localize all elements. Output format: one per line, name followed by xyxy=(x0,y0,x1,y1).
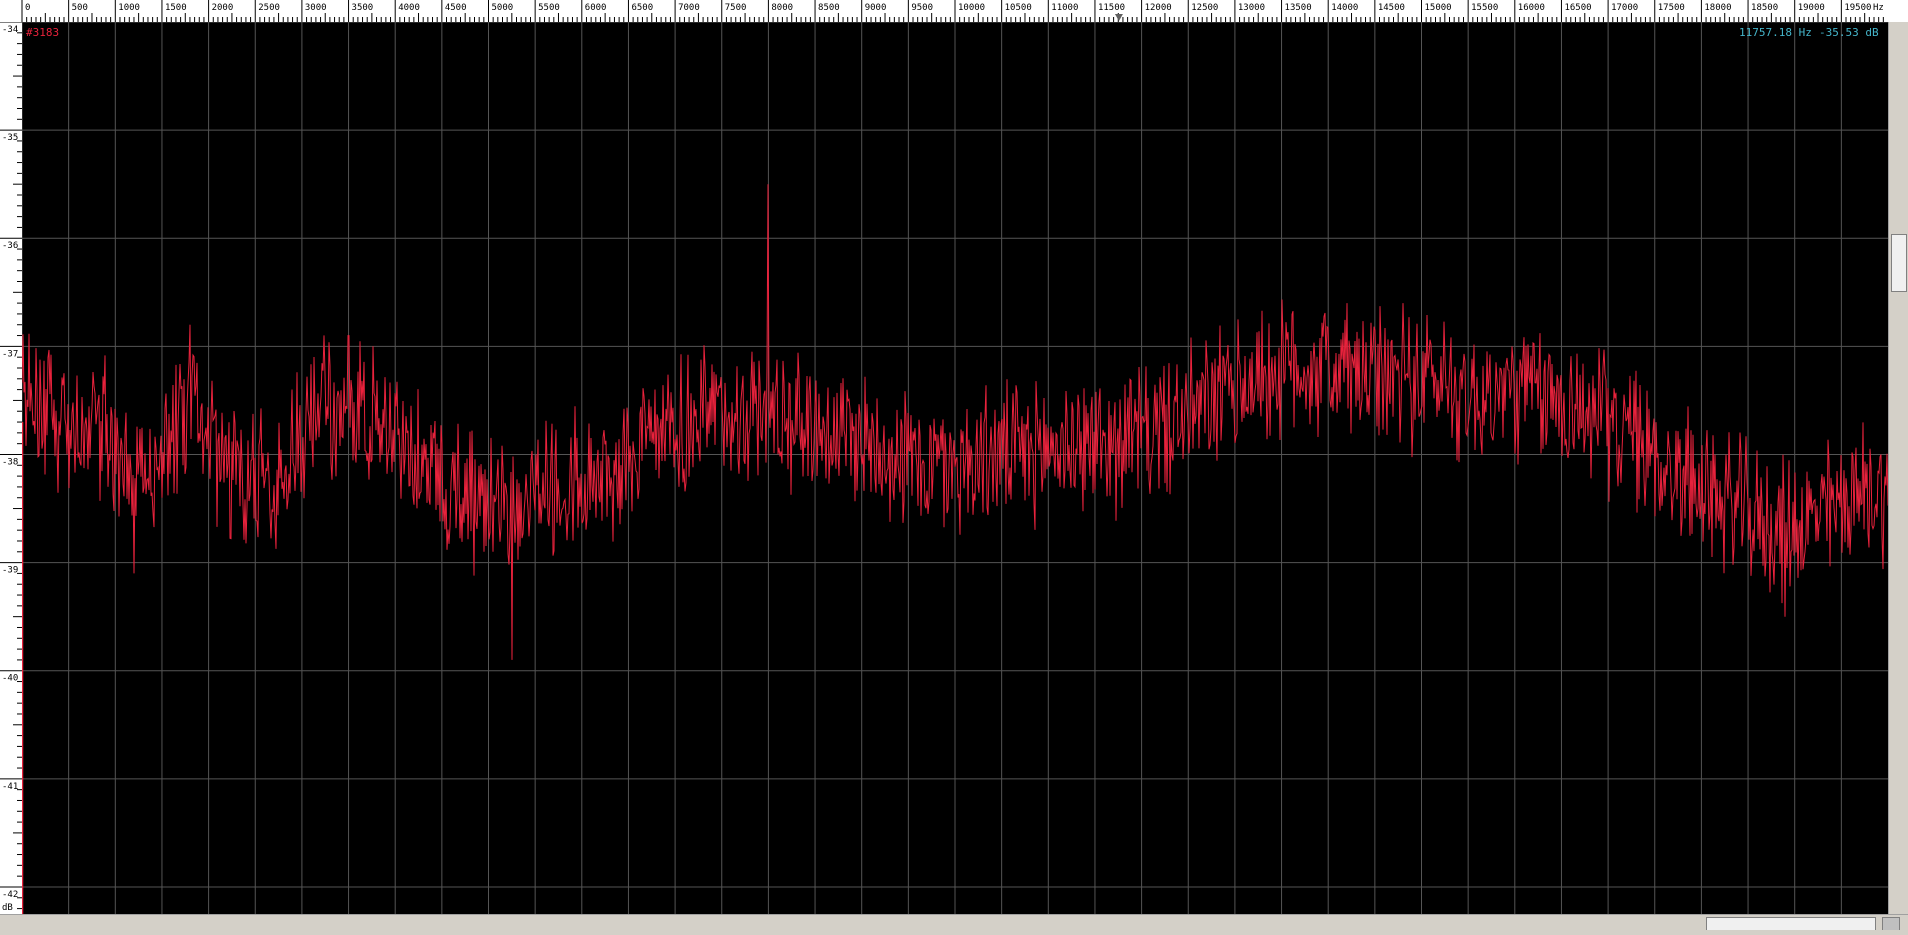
x-tick-label: 14500 xyxy=(1378,3,1405,13)
spectrum-svg xyxy=(21,21,1889,914)
x-tick-label: 2000 xyxy=(212,3,234,13)
x-tick-label: 1000 xyxy=(118,3,140,13)
x-tick-label: 7500 xyxy=(725,3,747,13)
x-tick-label: 13500 xyxy=(1285,3,1312,13)
x-tick-label: 10000 xyxy=(958,3,985,13)
y-tick-label: -40 xyxy=(2,674,18,684)
x-tick-label: 6500 xyxy=(631,3,653,13)
x-tick-label: 5000 xyxy=(492,3,514,13)
x-tick-label: 6000 xyxy=(585,3,607,13)
x-tick-label: 7000 xyxy=(678,3,700,13)
x-tick-label: 11500 xyxy=(1098,3,1125,13)
x-tick-label: 18000 xyxy=(1704,3,1731,13)
x-tick-label: 0 xyxy=(25,3,30,13)
x-tick-label: 19000 xyxy=(1798,3,1825,13)
x-tick-label: 17500 xyxy=(1658,3,1685,13)
y-tick-label: -38 xyxy=(2,457,18,467)
x-tick-label: 14000 xyxy=(1331,3,1358,13)
y-tick-label: -41 xyxy=(2,782,18,792)
y-tick-label: -37 xyxy=(2,349,18,359)
frequency-ruler-svg: 0 500 1000 1500 2000 2500 3000 3500 4000 4500 5000… xyxy=(21,0,1884,22)
x-tick-label: 1500 xyxy=(165,3,187,13)
cursor-db-readout: -35.53 dB xyxy=(1819,26,1879,39)
x-tick-label: 19500 xyxy=(1844,3,1871,13)
x-tick-label: 16500 xyxy=(1564,3,1591,13)
x-tick-label: 3000 xyxy=(305,3,327,13)
cursor-marker-icon[interactable] xyxy=(1114,14,1123,21)
x-tick-label: 16000 xyxy=(1518,3,1545,13)
x-tick-label: 8000 xyxy=(771,3,793,13)
x-tick-label: 15000 xyxy=(1425,3,1452,13)
x-tick-label: 9000 xyxy=(865,3,887,13)
x-tick-label: 8500 xyxy=(818,3,840,13)
frequency-ruler[interactable]: 0 500 1000 1500 2000 2500 3000 3500 4000 4500 5000… xyxy=(0,0,1908,23)
cursor-frequency-readout: 11757.18 Hz xyxy=(1739,26,1812,39)
x-tick-label: 15500 xyxy=(1471,3,1498,13)
db-ruler[interactable]: -34 -35 -36 -37 -38 -39 -40 -41 -42 dB xyxy=(0,21,23,914)
y-tick-label: -36 xyxy=(2,241,18,251)
y-tick-label: -34 xyxy=(2,25,18,35)
y-tick-label: -35 xyxy=(2,133,18,143)
x-tick-label: 18500 xyxy=(1751,3,1778,13)
x-tick-label: 12500 xyxy=(1191,3,1218,13)
x-tick-label: 3500 xyxy=(352,3,374,13)
x-tick-label: 12000 xyxy=(1145,3,1172,13)
x-tick-label: 13000 xyxy=(1238,3,1265,13)
x-tick-label: 2500 xyxy=(258,3,280,13)
x-tick-label: 17000 xyxy=(1611,3,1638,13)
status-bar xyxy=(0,930,1908,934)
x-tick-label: 10500 xyxy=(1005,3,1032,13)
x-unit-label: Hz xyxy=(1873,3,1884,13)
x-tick-label: 500 xyxy=(72,3,88,13)
y-tick-label: -42 xyxy=(2,890,18,900)
x-tick-label: 4500 xyxy=(445,3,467,13)
db-ruler-svg: -34 -35 -36 -37 -38 -39 -40 -41 -42 dB xyxy=(0,21,22,913)
position-label: #3183 xyxy=(26,26,60,39)
spectrum-plot[interactable]: #3183 11757.18 Hz -35.53 dB xyxy=(21,21,1889,914)
vertical-scrollbar[interactable] xyxy=(1888,22,1908,914)
x-tick-label: 9500 xyxy=(911,3,933,13)
vertical-scroll-thumb[interactable] xyxy=(1891,234,1907,292)
x-tick-label: 11000 xyxy=(1051,3,1078,13)
y-unit-label: dB xyxy=(2,903,13,913)
x-tick-label: 4000 xyxy=(398,3,420,13)
x-tick-label: 5500 xyxy=(538,3,560,13)
y-tick-label: -39 xyxy=(2,566,18,576)
